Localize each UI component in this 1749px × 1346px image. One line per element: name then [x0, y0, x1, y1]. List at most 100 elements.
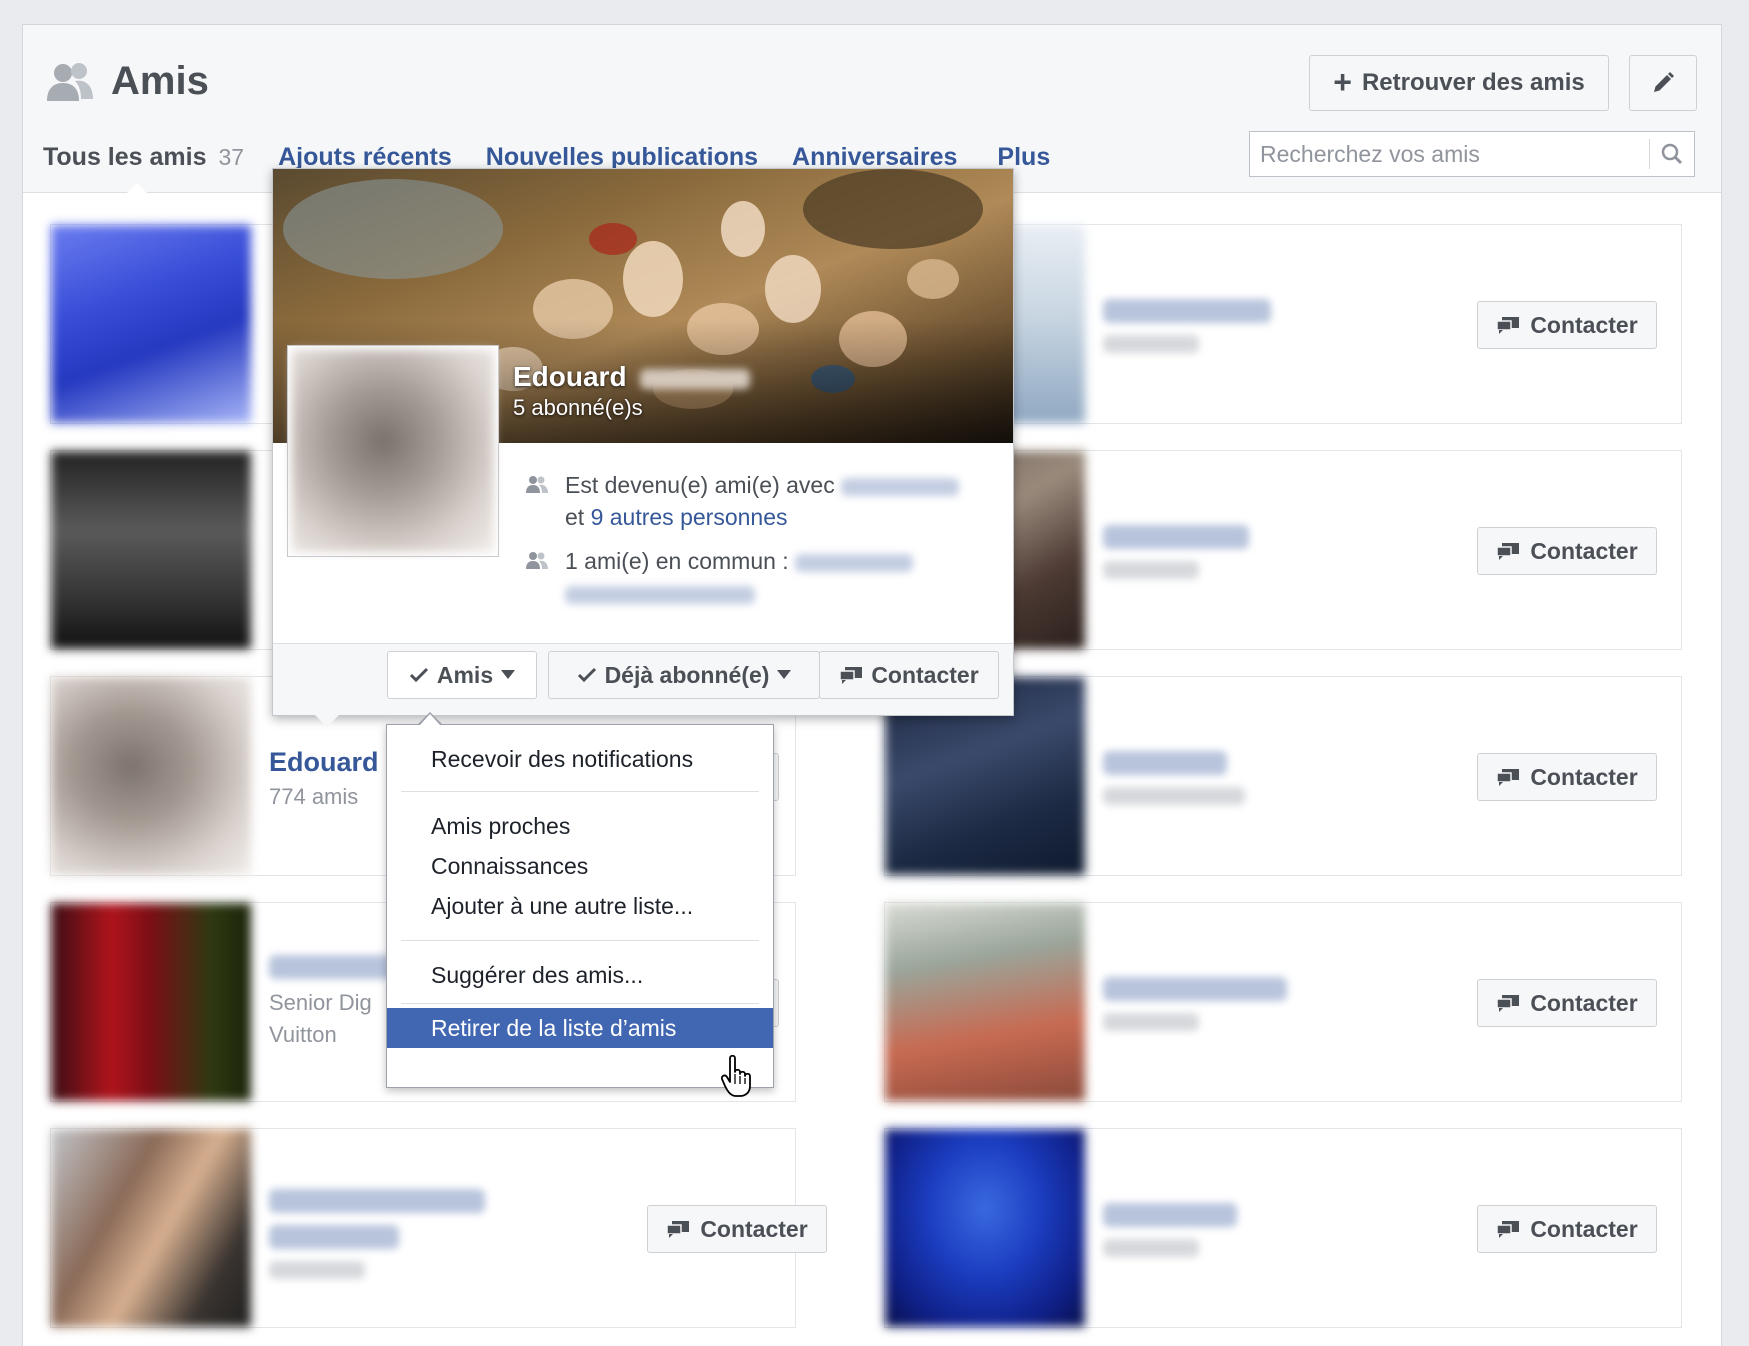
- menu-item-notifications[interactable]: Recevoir des notifications: [387, 739, 773, 779]
- became-friends-row: Est devenu(e) ami(e) avec et 9 autres pe…: [525, 469, 995, 533]
- menu-pointer: [420, 714, 440, 725]
- search-input[interactable]: [1250, 140, 1650, 168]
- message-icon: [666, 1221, 690, 1238]
- check-icon: [577, 667, 596, 683]
- contact-label: Contacter: [1530, 537, 1638, 564]
- friend-location-blurred: [1103, 787, 1245, 805]
- following-dropdown-button[interactable]: Déjà abonné(e): [548, 651, 820, 699]
- menu-item-acquaintances[interactable]: Connaissances: [387, 846, 773, 886]
- hand-cursor-icon: [720, 1054, 751, 1097]
- profile-name[interactable]: Edouard: [513, 361, 751, 393]
- friend-photo[interactable]: [51, 225, 251, 423]
- edit-button[interactable]: [1629, 55, 1697, 111]
- others-link[interactable]: 9 autres personnes: [591, 504, 788, 530]
- plus-icon: +: [1333, 63, 1352, 100]
- contact-button[interactable]: Contacter: [1477, 527, 1657, 575]
- friend-name-blurred: [1103, 751, 1227, 775]
- friends-options-menu: Recevoir des notifications Amis proches …: [386, 724, 774, 1088]
- contact-label: Contacter: [1530, 1215, 1638, 1242]
- friend-card: Contacter: [50, 1128, 827, 1328]
- friends-search[interactable]: [1249, 131, 1695, 177]
- friend-name-blurred: [1103, 977, 1287, 1001]
- contact-label: Contacter: [1530, 311, 1638, 338]
- friend-name-blurred: [269, 1189, 485, 1213]
- became-friends-text: Est devenu(e) ami(e) avec: [565, 472, 835, 498]
- friends-dropdown-button[interactable]: Amis: [387, 651, 537, 699]
- friend-count-blurred: [1103, 1239, 1199, 1257]
- friend-name[interactable]: Edouard: [269, 747, 379, 778]
- friends-icon: [526, 476, 548, 493]
- profile-first-name: Edouard: [513, 361, 627, 392]
- find-friends-button[interactable]: + Retrouver des amis: [1309, 55, 1609, 111]
- friends-icon: [526, 552, 548, 569]
- active-tab-indicator: [125, 183, 149, 195]
- mutual-friend-link-blurred[interactable]: [795, 553, 914, 572]
- contact-button[interactable]: Contacter: [647, 1205, 827, 1253]
- hovercard-contact-button[interactable]: Contacter: [819, 651, 999, 699]
- friend-count: 774 amis: [269, 784, 359, 809]
- contact-button[interactable]: Contacter: [1477, 1205, 1657, 1253]
- contact-button[interactable]: Contacter: [1477, 753, 1657, 801]
- profile-picture-image: [292, 350, 494, 552]
- menu-item-suggest-friends[interactable]: Suggérer des amis...: [387, 955, 773, 995]
- pencil-icon: [1654, 72, 1674, 92]
- friends-count: 37: [218, 144, 245, 170]
- friend-photo[interactable]: [885, 1129, 1085, 1327]
- contact-label: Contacter: [1530, 989, 1638, 1016]
- hovercard-contact-label: Contacter: [871, 661, 979, 688]
- friend-card: Contacter: [884, 902, 1682, 1102]
- others-prefix: et: [565, 504, 585, 530]
- menu-divider: [401, 791, 759, 792]
- tab-all-friends[interactable]: Tous les amis 37: [43, 143, 244, 172]
- friend-count-blurred: [1103, 1013, 1199, 1031]
- friend-name-blurred: [1103, 1203, 1237, 1227]
- friend-name-blurred: [269, 955, 393, 979]
- friend-name-blurred: [1103, 525, 1249, 549]
- friend-job-line1: Senior Dig: [269, 990, 372, 1015]
- menu-item-close-friends[interactable]: Amis proches: [387, 806, 773, 846]
- friend-count-blurred: [1103, 561, 1199, 579]
- menu-divider: [401, 1003, 759, 1004]
- friend-link-blurred[interactable]: [841, 477, 960, 496]
- profile-last-name-blurred: [640, 368, 751, 389]
- friend-photo[interactable]: [51, 451, 251, 649]
- message-icon: [1496, 995, 1520, 1012]
- friend-count-blurred: [1103, 335, 1199, 353]
- friend-photo[interactable]: [51, 677, 251, 875]
- friend-photo[interactable]: [885, 903, 1085, 1101]
- friend-name-blurred: [1103, 299, 1271, 323]
- tab-all-friends-label: Tous les amis: [43, 143, 207, 171]
- friend-photo[interactable]: [51, 1129, 251, 1327]
- mutual-friends-row: 1 ami(e) en commun :: [525, 545, 995, 609]
- profile-followers: 5 abonné(e)s: [513, 395, 643, 420]
- message-icon: [1496, 543, 1520, 560]
- chevron-down-icon: [777, 670, 792, 679]
- contact-label: Contacter: [1530, 763, 1638, 790]
- profile-picture[interactable]: [287, 345, 499, 557]
- contact-label: Contacter: [700, 1215, 808, 1242]
- profile-hovercard: Edouard 5 abonné(e)s Est devenu(e) ami(e…: [272, 168, 1014, 727]
- contact-button[interactable]: Contacter: [1477, 301, 1657, 349]
- friend-job-line2: Vuitton: [269, 1022, 337, 1047]
- friend-card: Contacter: [884, 1128, 1682, 1328]
- profile-info: Est devenu(e) ami(e) avec et 9 autres pe…: [525, 469, 995, 609]
- friends-icon: [47, 63, 93, 101]
- friend-name-blurred-2: [269, 1225, 399, 1249]
- menu-item-add-to-list[interactable]: Ajouter à une autre liste...: [387, 886, 773, 926]
- mutual-friend-name-blurred[interactable]: [565, 585, 755, 604]
- find-friends-label: Retrouver des amis: [1361, 69, 1585, 96]
- hovercard-pointer: [315, 715, 339, 727]
- search-icon[interactable]: [1650, 143, 1694, 165]
- following-button-label: Déjà abonné(e): [604, 661, 770, 688]
- page-title: Amis: [111, 59, 209, 103]
- message-icon: [1496, 1221, 1520, 1238]
- menu-item-unfriend[interactable]: Retirer de la liste d’amis: [387, 1008, 773, 1048]
- friend-photo[interactable]: [51, 903, 251, 1101]
- chevron-down-icon: [501, 670, 516, 679]
- message-icon: [1496, 769, 1520, 786]
- mutual-friends-text: 1 ami(e) en commun :: [565, 548, 789, 574]
- message-icon: [839, 667, 863, 684]
- check-icon: [409, 667, 428, 683]
- contact-button[interactable]: Contacter: [1477, 979, 1657, 1027]
- friends-button-label: Amis: [436, 661, 494, 688]
